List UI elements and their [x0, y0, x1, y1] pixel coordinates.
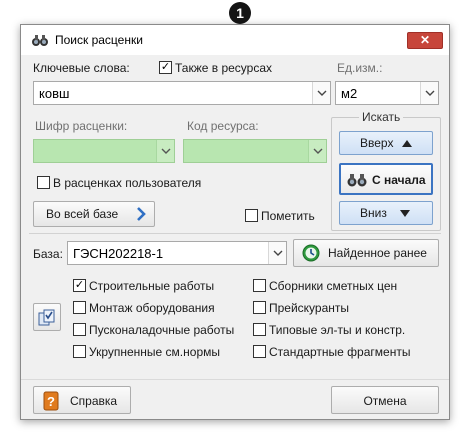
unit-dropdown-arrow[interactable]	[420, 82, 438, 104]
code-combo[interactable]	[33, 139, 175, 163]
search-from-start-button[interactable]: С начала	[339, 163, 433, 195]
clock-icon	[302, 244, 320, 265]
base-combo[interactable]: ГЭСН202218-1	[67, 241, 287, 265]
user-rates-label: В расценках пользователя	[53, 176, 202, 190]
dialog-footer: ? Справка Отмена	[21, 379, 449, 419]
found-earlier-label: Найденное ранее	[328, 246, 427, 260]
category-price-lists-label: Прейскуранты	[269, 301, 350, 315]
unit-label: Ед.изм.:	[337, 61, 383, 75]
category-commissioning-label: Пусконаладочные работы	[89, 323, 235, 337]
search-dialog: Поиск расценки ✕ Ключевые слова: ✓ Также…	[20, 24, 450, 420]
unit-value: м2	[341, 86, 358, 101]
base-label: База:	[33, 247, 63, 261]
keywords-combo[interactable]: ковш	[33, 81, 331, 105]
base-dropdown-arrow[interactable]	[268, 242, 286, 264]
search-group-title: Искать	[359, 110, 404, 124]
help-label: Справка	[70, 394, 118, 408]
select-categories-button[interactable]	[33, 303, 61, 331]
help-button[interactable]: ? Справка	[33, 386, 131, 414]
step-marker: 1	[229, 2, 251, 24]
category-typical-elements-checkbox[interactable]	[253, 323, 266, 336]
code-label: Шифр расценки:	[35, 119, 128, 133]
category-price-collections-checkbox[interactable]	[253, 279, 266, 292]
chevron-down-icon	[273, 250, 283, 256]
resource-code-label: Код ресурса:	[187, 119, 259, 133]
code-dropdown-arrow[interactable]	[156, 140, 174, 162]
search-down-button[interactable]: Вниз	[339, 201, 433, 225]
mark-label: Пометить	[261, 209, 315, 223]
keywords-value: ковш	[39, 86, 70, 101]
search-down-label: Вниз	[360, 206, 387, 220]
category-typical-elements-label: Типовые эл-ты и констр.	[269, 323, 406, 337]
triangle-down-icon	[400, 210, 410, 217]
category-installation-label: Монтаж оборудования	[89, 301, 215, 315]
category-price-lists-checkbox[interactable]	[253, 301, 266, 314]
cancel-button[interactable]: Отмена	[331, 386, 439, 414]
category-price-collections-label: Сборники сметных цен	[269, 279, 398, 293]
category-standard-fragments-label: Стандартные фрагменты	[269, 345, 411, 359]
also-resources-label: Также в ресурсах	[175, 61, 273, 75]
user-rates-checkbox[interactable]	[37, 176, 50, 189]
cancel-label: Отмена	[363, 394, 407, 408]
whole-base-button[interactable]: Во всей базе	[33, 201, 155, 227]
category-installation-checkbox[interactable]	[73, 301, 86, 314]
svg-text:?: ?	[47, 394, 55, 409]
category-standard-fragments-checkbox[interactable]	[253, 345, 266, 358]
search-from-start-label: С начала	[372, 173, 426, 187]
chevron-down-icon	[313, 148, 323, 154]
window-title: Поиск расценки	[55, 33, 143, 47]
separator	[29, 233, 441, 234]
category-construction-checkbox[interactable]: ✓	[73, 279, 86, 292]
resource-code-combo[interactable]	[183, 139, 327, 163]
keywords-dropdown-arrow[interactable]	[312, 82, 330, 104]
unit-combo[interactable]: м2	[335, 81, 439, 105]
close-button[interactable]: ✕	[407, 32, 443, 49]
close-icon: ✕	[419, 33, 431, 47]
category-aggregated-label: Укрупненные см.нормы	[89, 345, 220, 359]
title-bar: Поиск расценки ✕	[21, 25, 449, 55]
help-book-icon: ?	[42, 391, 60, 414]
whole-base-label: Во всей базе	[46, 207, 119, 221]
mark-checkbox[interactable]	[245, 209, 258, 222]
found-earlier-button[interactable]: Найденное ранее	[293, 239, 439, 267]
triangle-up-icon	[402, 140, 412, 147]
search-up-button[interactable]: Вверх	[339, 131, 433, 155]
chevron-down-icon	[317, 90, 327, 96]
search-up-label: Вверх	[360, 136, 394, 150]
chevron-down-icon	[161, 148, 171, 154]
category-aggregated-checkbox[interactable]	[73, 345, 86, 358]
binoculars-icon	[31, 33, 49, 47]
binoculars-icon	[347, 172, 367, 190]
chevron-right-icon	[137, 207, 146, 221]
resource-code-dropdown-arrow[interactable]	[308, 140, 326, 162]
base-value: ГЭСН202218-1	[73, 246, 164, 261]
also-resources-checkbox[interactable]: ✓	[159, 61, 172, 74]
category-commissioning-checkbox[interactable]	[73, 323, 86, 336]
keywords-label: Ключевые слова:	[33, 61, 130, 75]
checklist-icon	[38, 309, 58, 330]
category-construction-label: Строительные работы	[89, 279, 215, 293]
chevron-down-icon	[425, 90, 435, 96]
